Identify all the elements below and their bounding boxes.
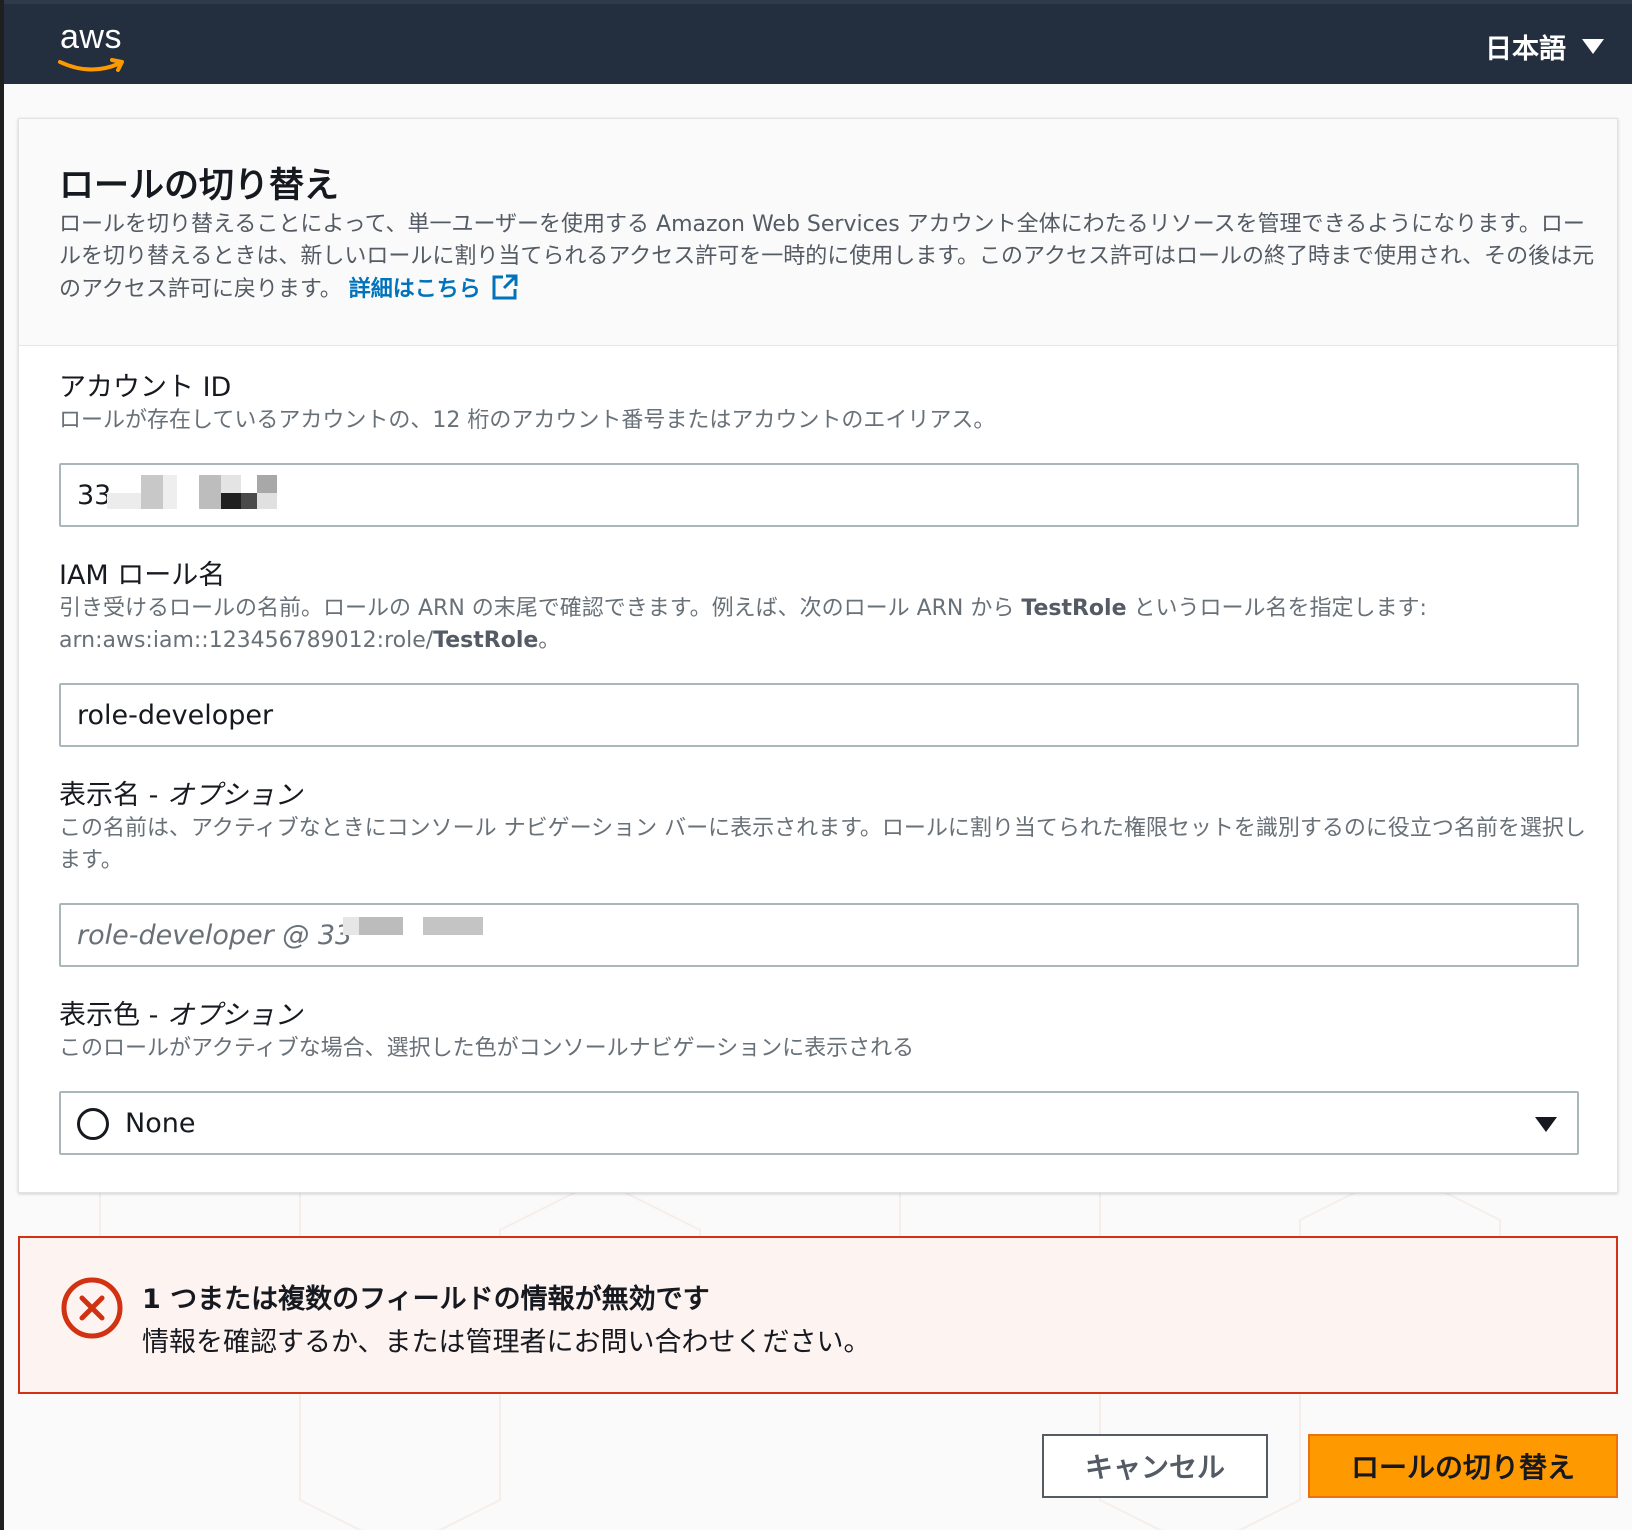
alert-message: 情報を確認するか、または管理者にお問い合わせください。 bbox=[142, 1327, 871, 1358]
display-name-label-main: 表示名 - bbox=[59, 780, 167, 811]
switch-role-button[interactable]: ロールの切り替え bbox=[1308, 1434, 1618, 1498]
learn-more-link[interactable]: 詳細はこちら bbox=[348, 274, 519, 302]
aws-logo[interactable]: aws bbox=[54, 18, 134, 74]
page-description: ロールを切り替えることによって、単一ユーザーを使用する Amazon Web S… bbox=[59, 209, 1599, 306]
iam-role-label: IAM ロール名 bbox=[59, 560, 226, 591]
iam-role-value: role-developer bbox=[77, 700, 274, 731]
window-edge bbox=[0, 0, 4, 1530]
iam-role-hint-arn: arn:aws:iam::123456789012:role/ bbox=[59, 628, 434, 653]
display-color-label: 表示色 - オプション bbox=[59, 993, 302, 1032]
display-name-hint: この名前は、アクティブなときにコンソール ナビゲーション バーに表示されます。ロ… bbox=[59, 816, 1586, 873]
description-text: ロールを切り替えることによって、単一ユーザーを使用する Amazon Web S… bbox=[59, 212, 1595, 302]
page: aws 日本語 ロールの切り替え ロールを切り替えることによって、単一ユーザーを… bbox=[0, 0, 1632, 1530]
account-id-hint: ロールが存在しているアカウントの、12 桁のアカウント番号またはアカウントのエイ… bbox=[59, 408, 996, 433]
card-header: ロールの切り替え ロールを切り替えることによって、単一ユーザーを使用する Ama… bbox=[19, 119, 1617, 346]
external-link-icon bbox=[492, 274, 518, 300]
iam-role-hint-text-2: というロール名を指定します: bbox=[1126, 596, 1427, 621]
iam-role-hint: 引き受けるロールの名前。ロールの ARN の末尾で確認できます。例えば、次のロー… bbox=[59, 593, 1599, 657]
switch-role-card: ロールの切り替え ロールを切り替えることによって、単一ユーザーを使用する Ama… bbox=[18, 118, 1618, 1193]
display-color-label-optional: オプション bbox=[166, 1000, 302, 1031]
account-id-label: アカウント ID bbox=[59, 372, 232, 403]
display-name-label: 表示名 - オプション bbox=[59, 773, 302, 812]
error-alert: 1 つまたは複数のフィールドの情報が無効です 情報を確認するか、または管理者にお… bbox=[18, 1236, 1618, 1394]
display-name-placeholder: role-developer @ 33 bbox=[77, 920, 353, 951]
account-id-input[interactable]: 33 bbox=[59, 463, 1579, 527]
display-color-hint: このロールがアクティブな場合、選択した色がコンソールナビゲーションに表示される bbox=[59, 1036, 915, 1061]
redacted-account-number bbox=[107, 475, 287, 511]
display-color-label-main: 表示色 - bbox=[59, 1000, 167, 1031]
display-color-value: None bbox=[125, 1108, 196, 1139]
page-title: ロールの切り替え bbox=[59, 166, 340, 206]
chevron-down-icon bbox=[1582, 38, 1604, 54]
display-color-select[interactable]: None bbox=[59, 1091, 1579, 1155]
color-swatch-icon bbox=[77, 1108, 109, 1140]
learn-more-label: 詳細はこちら bbox=[348, 277, 481, 302]
error-icon bbox=[61, 1277, 123, 1339]
iam-role-hint-text-1: 引き受けるロールの名前。ロールの ARN の末尾で確認できます。例えば、次のロー… bbox=[59, 596, 1022, 621]
iam-role-input[interactable]: role-developer bbox=[59, 683, 1579, 747]
alert-title: 1 つまたは複数のフィールドの情報が無効です bbox=[142, 1284, 710, 1315]
iam-role-hint-example: TestRole bbox=[1021, 596, 1127, 621]
top-navigation-bar: aws 日本語 bbox=[4, 0, 1632, 84]
display-name-label-optional: オプション bbox=[166, 780, 302, 811]
iam-role-hint-arn-role: TestRole bbox=[433, 628, 539, 653]
aws-smile-icon bbox=[58, 58, 124, 72]
iam-role-hint-arn-end: 。 bbox=[538, 628, 561, 653]
display-name-input[interactable]: role-developer @ 33 bbox=[59, 903, 1579, 967]
language-selector[interactable]: 日本語 bbox=[1485, 26, 1604, 66]
chevron-down-icon bbox=[1535, 1117, 1557, 1132]
cancel-button[interactable]: キャンセル bbox=[1042, 1434, 1268, 1498]
language-label: 日本語 bbox=[1485, 33, 1566, 65]
redacted-account-number bbox=[343, 917, 483, 941]
